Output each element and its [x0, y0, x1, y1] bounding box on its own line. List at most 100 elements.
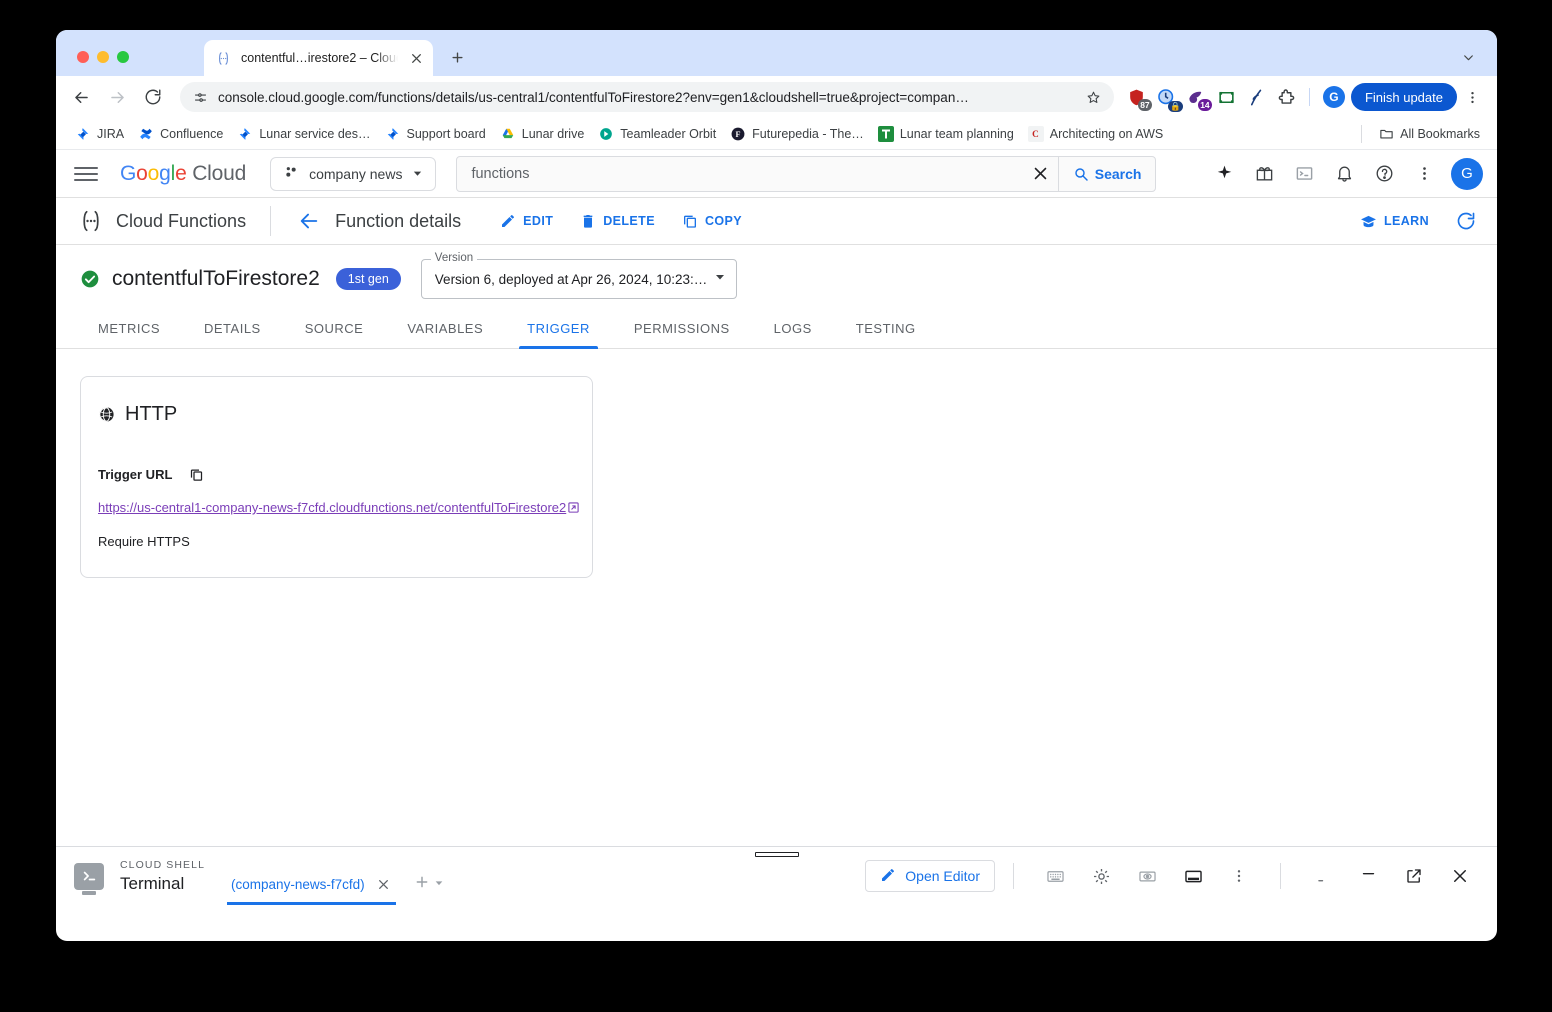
- search-input[interactable]: [457, 165, 1024, 182]
- bookmark-label: Confluence: [160, 126, 224, 141]
- delete-label: DELETE: [603, 214, 655, 228]
- restore-icon[interactable]: [1354, 862, 1382, 890]
- cloud-shell-session-tab[interactable]: (company-news-f7cfd): [227, 863, 396, 905]
- open-new-tab-icon[interactable]: [1400, 862, 1428, 890]
- help-icon[interactable]: [1371, 161, 1397, 187]
- version-selector[interactable]: Version Version 6, deployed at Apr 26, 2…: [420, 252, 737, 299]
- web-preview-icon[interactable]: [1133, 862, 1161, 890]
- back-button[interactable]: [66, 82, 96, 112]
- cloud-shell-divider-2: [1280, 863, 1281, 889]
- bookmark-futurepedia[interactable]: F Futurepedia - The…: [723, 123, 871, 145]
- shield-extension-icon[interactable]: 87: [1123, 83, 1152, 111]
- tab-testing[interactable]: TESTING: [834, 309, 938, 348]
- edit-button[interactable]: EDIT: [499, 212, 553, 230]
- tab-variables[interactable]: VARIABLES: [385, 309, 505, 348]
- search-button[interactable]: Search: [1057, 156, 1156, 191]
- bookmark-support-board[interactable]: Support board: [378, 123, 493, 145]
- bookmark-star-icon[interactable]: [1086, 89, 1102, 105]
- new-session-controls[interactable]: [414, 874, 444, 895]
- refresh-icon[interactable]: [1453, 208, 1479, 234]
- bookmark-architecting-on-aws[interactable]: C Architecting on AWS: [1021, 123, 1170, 145]
- close-session-icon[interactable]: [376, 876, 392, 892]
- cloud-shell-icon[interactable]: [1291, 161, 1317, 187]
- search-bar[interactable]: Search: [456, 155, 1157, 192]
- gemini-icon[interactable]: [1211, 161, 1237, 187]
- all-bookmarks-button[interactable]: All Bookmarks: [1371, 123, 1487, 145]
- screenshot-extension-icon[interactable]: [1213, 83, 1241, 111]
- plus-icon[interactable]: [414, 874, 430, 895]
- bookmark-teamleader-orbit[interactable]: Teamleader Orbit: [591, 123, 723, 145]
- search-button-label: Search: [1094, 165, 1142, 182]
- http-trigger-card: HTTP Trigger URL https://us-central1-com…: [80, 376, 593, 578]
- gift-icon[interactable]: [1251, 161, 1277, 187]
- open-editor-button[interactable]: Open Editor: [865, 860, 995, 892]
- function-summary-row: contentfulToFirestore2 1st gen Version V…: [56, 245, 1497, 309]
- planning-icon: [877, 125, 894, 142]
- cloud-functions-product-icon: [76, 206, 106, 236]
- keyboard-icon[interactable]: [1041, 862, 1069, 890]
- browser-tab[interactable]: contentful…irestore2 – Cloud: [204, 40, 433, 76]
- trigger-url-link[interactable]: https://us-central1-company-news-f7cfd.c…: [98, 500, 566, 515]
- confluence-icon: [138, 126, 154, 142]
- minimize-icon[interactable]: [1308, 862, 1336, 890]
- page-title: Function details: [335, 210, 462, 231]
- site-settings-icon[interactable]: [192, 89, 208, 105]
- bird-extension-icon[interactable]: 14: [1183, 83, 1212, 111]
- bookmark-label: JIRA: [97, 126, 125, 141]
- tab-trigger[interactable]: TRIGGER: [505, 309, 612, 349]
- browser-profile-avatar[interactable]: G: [1322, 86, 1345, 108]
- minimize-window-button[interactable]: [97, 51, 109, 63]
- more-options-icon[interactable]: [1411, 161, 1437, 187]
- settings-icon[interactable]: [1087, 862, 1115, 890]
- bookmark-lunar-service-desk[interactable]: Lunar service des…: [230, 123, 377, 145]
- chevron-down-icon[interactable]: [434, 875, 444, 893]
- bookmark-label: Lunar drive: [521, 126, 585, 141]
- address-bar[interactable]: console.cloud.google.com/functions/detai…: [180, 82, 1114, 112]
- navigation-menu-icon[interactable]: [74, 162, 98, 186]
- forward-button[interactable]: [102, 82, 132, 112]
- http-trigger-title: HTTP: [125, 403, 178, 425]
- status-healthy-icon: [80, 269, 100, 289]
- cloud-shell-resize-handle[interactable]: [754, 852, 799, 857]
- puzzle-extensions-icon[interactable]: [1273, 83, 1301, 111]
- globe-icon: [98, 406, 115, 423]
- clock-lock-extension-badge: 🔒: [1168, 101, 1183, 112]
- open-in-new-icon[interactable]: [567, 501, 580, 514]
- notifications-icon[interactable]: [1331, 161, 1357, 187]
- reload-button[interactable]: [138, 82, 168, 112]
- learn-button[interactable]: LEARN: [1360, 212, 1429, 230]
- account-avatar[interactable]: G: [1451, 157, 1483, 190]
- open-editor-label: Open Editor: [905, 868, 980, 884]
- cloud-shell-divider: [1013, 863, 1014, 889]
- tab-details[interactable]: DETAILS: [182, 309, 283, 348]
- finish-update-button[interactable]: Finish update: [1350, 83, 1457, 111]
- google-cloud-logo[interactable]: Google Cloud: [120, 162, 246, 186]
- copy-button[interactable]: COPY: [681, 212, 742, 230]
- project-selector[interactable]: company news: [270, 156, 437, 191]
- page-content: Google Cloud company news Sea: [56, 150, 1497, 905]
- bookmark-confluence[interactable]: Confluence: [131, 123, 230, 145]
- close-icon[interactable]: [1446, 862, 1474, 890]
- bookmark-lunar-team-planning[interactable]: Lunar team planning: [871, 123, 1021, 145]
- back-to-list-button[interactable]: [295, 207, 323, 235]
- clock-lock-extension-icon[interactable]: 🔒: [1153, 83, 1183, 112]
- tab-source[interactable]: SOURCE: [283, 309, 386, 348]
- tab-metrics[interactable]: METRICS: [76, 309, 182, 348]
- tab-logs[interactable]: LOGS: [752, 309, 834, 348]
- close-window-button[interactable]: [77, 51, 89, 63]
- pen-extension-icon[interactable]: [1243, 83, 1271, 111]
- new-window-icon[interactable]: [1179, 862, 1207, 890]
- trigger-url-value-row: https://us-central1-company-news-f7cfd.c…: [98, 498, 581, 518]
- delete-button[interactable]: DELETE: [579, 212, 655, 230]
- more-options-icon[interactable]: [1225, 862, 1253, 890]
- tab-close-icon[interactable]: [407, 49, 425, 67]
- browser-more-options-icon[interactable]: [1459, 84, 1485, 110]
- maximize-window-button[interactable]: [117, 51, 129, 63]
- tab-search-chevron-down-icon[interactable]: [1455, 44, 1481, 70]
- tab-permissions[interactable]: PERMISSIONS: [612, 309, 752, 348]
- clear-search-icon[interactable]: [1024, 165, 1058, 182]
- bookmark-jira[interactable]: JIRA: [68, 123, 131, 145]
- bookmark-lunar-drive[interactable]: Lunar drive: [493, 123, 592, 145]
- new-tab-button[interactable]: [444, 44, 470, 70]
- copy-trigger-url-icon[interactable]: [188, 466, 204, 482]
